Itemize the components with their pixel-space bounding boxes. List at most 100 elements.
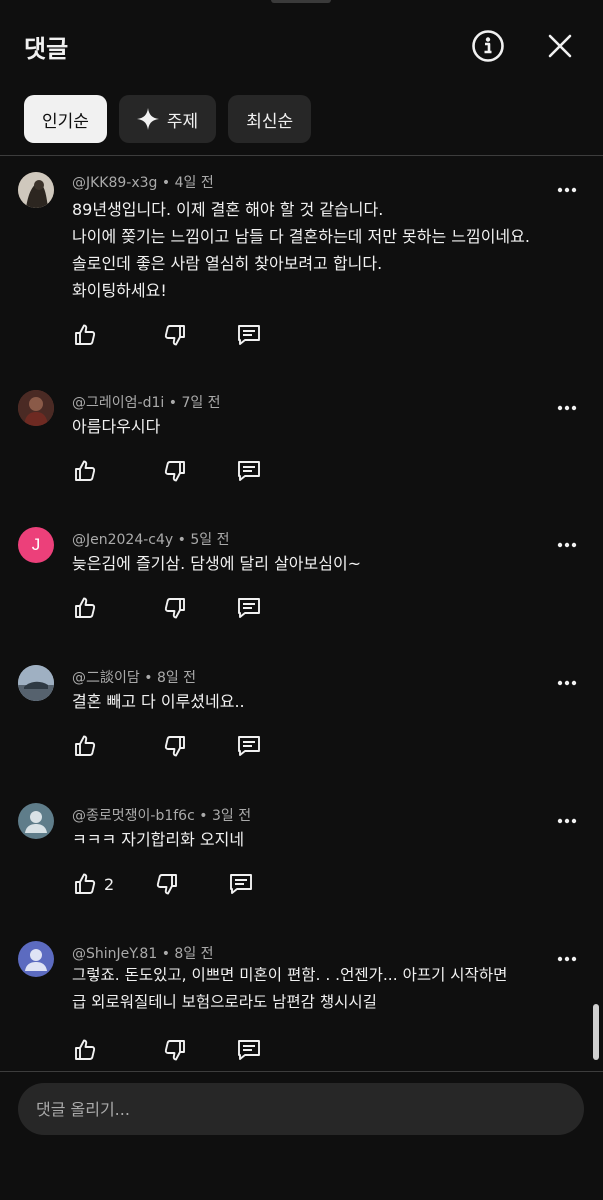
close-icon [548,34,572,58]
comment-time: 4일 전 [174,175,214,191]
chip-label: 인기순 [42,111,89,132]
comment-actions [72,595,262,621]
chip-popular[interactable]: 인기순 [24,95,107,143]
thumbs-up-icon [75,1039,96,1060]
sort-chips: 인기순 주제 최신순 [24,95,312,143]
thumbs-down-icon [164,461,185,482]
comment-text: 결혼 빼고 다 이루셨네요.. [72,692,245,711]
reply-icon [230,874,253,894]
thumbs-up-icon [75,324,96,345]
thumbs-up-icon [75,735,96,756]
comment-meta: @ShinJeY.81 • 8일 전 [72,946,214,962]
comment-author[interactable]: @JKK89-x3g [72,175,157,191]
comment-time: 8일 전 [156,670,197,686]
comment-meta: @종로멋쟁이-b1f6c • 3일 전 [72,808,252,824]
comment-text: 늦은김에 즐기삼. 담생에 달리 살아보심이~ [72,554,362,573]
reply-button[interactable] [236,733,262,759]
comment-time: 8일 전 [174,946,214,962]
more-vert-icon [557,405,577,411]
comment-meta: @Jen2024-c4y • 5일 전 [72,532,230,548]
sparkle-icon [136,108,159,130]
dislike-button[interactable] [162,322,188,348]
avatar[interactable] [18,172,54,208]
comment-text: 89년생입니다. 이제 결혼 해야 할 것 같습니다. 나이에 쫒기는 느낌이고… [72,200,530,300]
comment-meta: @JKK89-x3g • 4일 전 [72,175,214,191]
close-button[interactable] [540,26,580,66]
comment-actions [72,1037,262,1063]
info-button[interactable] [468,26,508,66]
comment-item: @그레이엄-d1i • 7일 전 아름다우시다 [0,390,603,500]
comment-text: 아름다우시다 [72,417,161,436]
avatar[interactable] [18,803,54,839]
dislike-button[interactable] [162,458,188,484]
comment-time: 7일 전 [181,395,221,411]
dislike-button[interactable] [162,733,188,759]
comment-list[interactable]: @JKK89-x3g • 4일 전 89년생입니다. 이제 결혼 해야 할 것 … [0,156,603,1071]
comment-author[interactable]: @二談이담 [72,670,140,686]
chip-label: 최신순 [246,111,294,132]
dislike-button[interactable] [162,1037,188,1063]
comment-time: 3일 전 [211,808,252,824]
comment-item: J @Jen2024-c4y • 5일 전 늦은김에 즐기삼. 담생에 달리 살… [0,527,603,637]
more-vert-icon [557,542,577,548]
like-button[interactable] [72,871,98,897]
thumbs-up-icon [75,460,96,481]
more-vert-icon [557,187,577,193]
comment-actions [72,322,262,348]
reply-icon [238,736,260,756]
comment-author[interactable]: @Jen2024-c4y [72,532,173,548]
reply-button[interactable] [236,458,262,484]
thumbs-down-icon [164,736,185,757]
comment-actions: 2 [72,871,254,897]
comment-input[interactable] [36,1099,566,1119]
comments-header: 댓글 [0,0,603,92]
comment-item: @二談이담 • 8일 전 결혼 빼고 다 이루셨네요.. [0,665,603,775]
more-vert-icon [557,680,577,686]
scrollbar[interactable] [593,1004,599,1060]
comment-author[interactable]: @종로멋쟁이-b1f6c [72,808,195,824]
comment-text: 그렇죠. 돈도있고, 이쁘면 미혼이 편함. . .언젠가... 아프기 시작하… [72,966,508,1011]
comment-text: ㅋㅋㅋ 자기합리화 오지네 [72,830,245,849]
thumbs-down-icon [164,1040,185,1061]
avatar[interactable] [18,390,54,426]
thumbs-down-icon [164,598,185,619]
comment-meta: @그레이엄-d1i • 7일 전 [72,395,221,411]
comment-time: 5일 전 [190,532,230,548]
footer-divider [0,1071,603,1072]
chip-topic[interactable]: 주제 [118,95,217,143]
like-count: 2 [104,874,115,894]
comment-author[interactable]: @그레이엄-d1i [72,395,164,411]
reply-icon [238,1040,260,1060]
more-vert-icon [557,818,577,824]
comment-item: @ShinJeY.81 • 8일 전 그렇죠. 돈도있고, 이쁘면 미혼이 편함… [0,941,603,1071]
comment-author[interactable]: @ShinJeY.81 [72,946,157,962]
reply-icon [238,325,260,345]
like-button[interactable] [72,322,98,348]
avatar[interactable] [18,941,54,977]
like-button[interactable] [72,458,98,484]
avatar[interactable]: J [18,527,54,563]
reply-button[interactable] [228,871,254,897]
reply-icon [238,461,260,481]
comment-item: @종로멋쟁이-b1f6c • 3일 전 ㅋㅋㅋ 자기합리화 오지네 2 [0,803,603,913]
reply-button[interactable] [236,322,262,348]
panel-title: 댓글 [24,35,69,63]
comment-actions [72,458,262,484]
thumbs-down-icon [157,874,178,895]
reply-button[interactable] [236,1037,262,1063]
dislike-button[interactable] [154,871,180,897]
person-icon [25,811,47,833]
comment-actions [72,733,262,759]
chip-newest[interactable]: 최신순 [228,95,312,143]
dislike-button[interactable] [162,595,188,621]
reply-button[interactable] [236,595,262,621]
like-button[interactable] [72,1037,98,1063]
chip-label: 주제 [166,111,199,132]
avatar[interactable] [18,665,54,701]
comment-meta: @二談이담 • 8일 전 [72,670,197,686]
reply-icon [238,598,260,618]
thumbs-up-icon [75,597,96,618]
like-button[interactable] [72,733,98,759]
comment-input-box[interactable] [18,1083,584,1135]
like-button[interactable] [72,595,98,621]
